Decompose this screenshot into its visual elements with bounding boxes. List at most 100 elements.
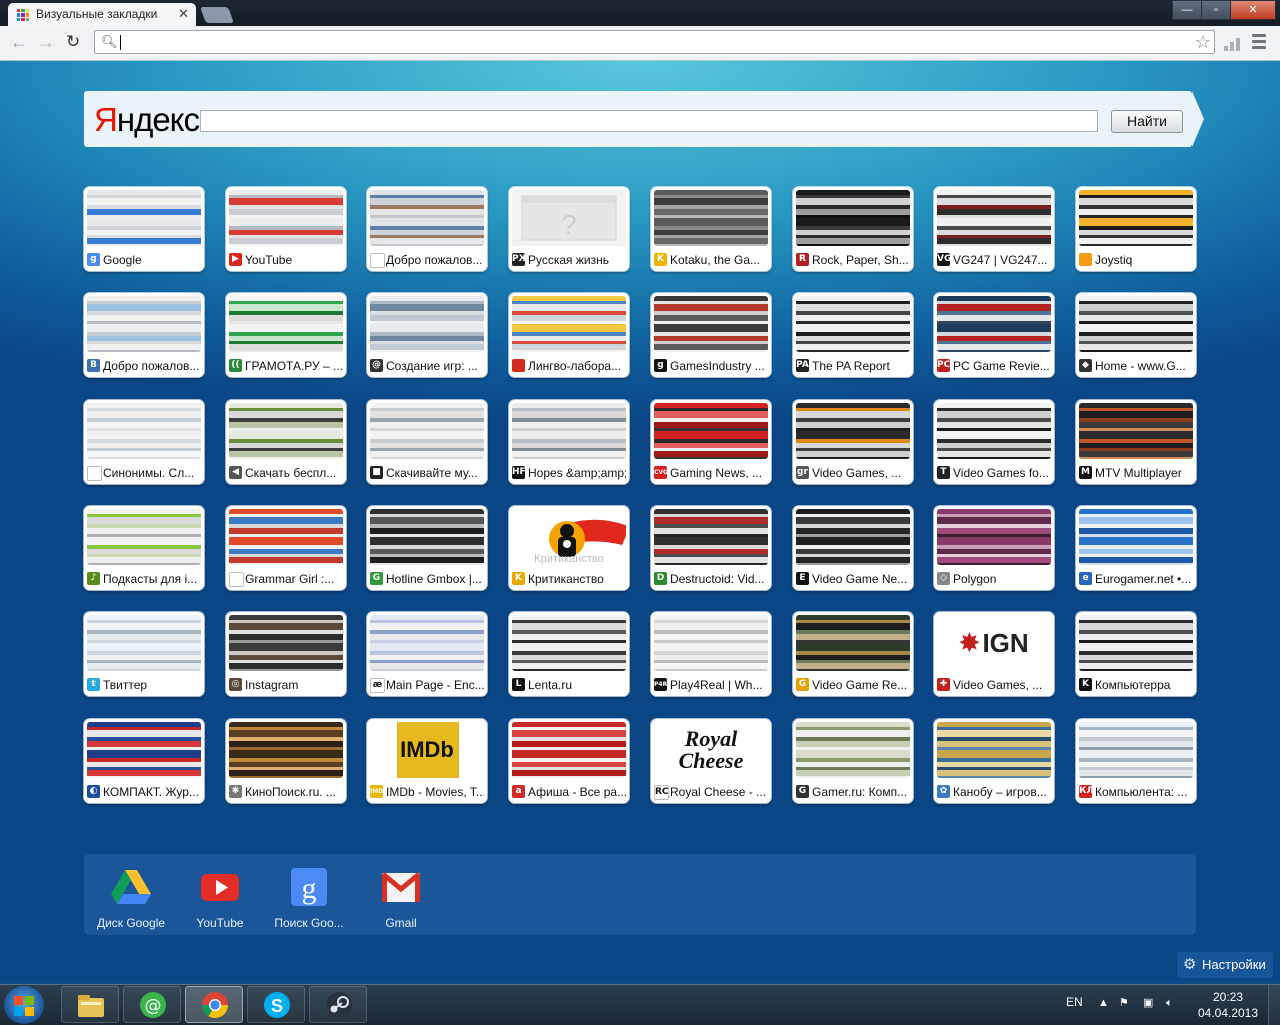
bookmark-star-icon[interactable]: ☆: [1195, 32, 1211, 53]
bookmark-tile[interactable]: ◇ Polygon: [934, 506, 1054, 590]
bookmark-tile[interactable]: Royal Cheese RC Royal Cheese - ...: [651, 719, 771, 803]
bookmark-tile[interactable]: ◐ КОМПАКТ. Жур...: [84, 719, 204, 803]
bookmark-tile[interactable]: K Компьютерра: [1076, 612, 1196, 696]
yandex-logo[interactable]: Яндекс: [94, 103, 200, 137]
language-indicator[interactable]: EN: [1066, 995, 1083, 1009]
settings-button[interactable]: ⚙ Настройки: [1177, 952, 1273, 978]
app-google-search[interactable]: g Поиск Goo...: [264, 858, 354, 932]
reload-button[interactable]: ↻: [66, 33, 80, 51]
windows-logo-icon: [14, 996, 23, 1005]
bookmark-tile[interactable]: ✸ IGN ✚ Video Games, ...: [934, 612, 1054, 696]
bookmark-tile[interactable]: ? РЖ Русская жизнь: [509, 187, 629, 271]
site-favicon-icon: PA: [796, 359, 809, 372]
minimize-button[interactable]: —: [1172, 0, 1202, 20]
yandex-search-input[interactable]: [200, 110, 1098, 132]
bookmark-caption: IMDb IMDb - Movies, T...: [367, 780, 487, 803]
bookmark-tile[interactable]: PA The PA Report: [793, 293, 913, 377]
bookmark-tile[interactable]: Joystiq: [1076, 187, 1196, 271]
taskbar-steam[interactable]: [309, 986, 367, 1023]
bookmark-tile[interactable]: HFHopes &amp;amp; F...: [509, 400, 629, 484]
bookmark-tile[interactable]: L Lenta.ru: [509, 612, 629, 696]
address-bar[interactable]: 🔍︎ ☆: [94, 30, 1215, 54]
start-button[interactable]: [4, 986, 44, 1024]
bookmark-tile[interactable]: Синонимы. Сл...: [84, 400, 204, 484]
show-hidden-icons[interactable]: ▲: [1098, 997, 1110, 1009]
action-center-flag-icon[interactable]: ⚑: [1119, 997, 1131, 1009]
bookmark-tile[interactable]: T Video Games fo...: [934, 400, 1054, 484]
bookmark-tile[interactable]: R Rock, Paper, Sh...: [793, 187, 913, 271]
bookmark-tile[interactable]: ♪ Подкасты для i...: [84, 506, 204, 590]
app-label: YouTube: [196, 916, 244, 930]
bookmark-tile[interactable]: t Твиттер: [84, 612, 204, 696]
bookmark-tile[interactable]: gr Video Games, ...: [793, 400, 913, 484]
bookmark-tile[interactable]: КЛ Компьюлента: ...: [1076, 719, 1196, 803]
forward-button[interactable]: →: [37, 33, 55, 51]
bookmark-tile[interactable]: K Kotaku, the Ga...: [651, 187, 771, 271]
tab-visual-bookmarks[interactable]: Визуальные закладки ✕: [8, 3, 196, 26]
show-desktop-button[interactable]: [1268, 985, 1280, 1025]
close-window-button[interactable]: ✕: [1230, 0, 1276, 20]
bookmark-tile[interactable]: e Eurogamer.net •...: [1076, 506, 1196, 590]
bookmark-tile[interactable]: @ Создание игр: ...: [367, 293, 487, 377]
bookmark-thumbnail: [512, 722, 626, 778]
taskbar-chrome[interactable]: [185, 986, 243, 1023]
bookmark-label: Hotline Gmbox |...: [386, 572, 482, 586]
bookmark-tile[interactable]: ((ГРАМОТА.РУ – ...: [226, 293, 346, 377]
bookmark-tile[interactable]: g GamesIndustry ...: [651, 293, 771, 377]
bookmark-tile[interactable]: ▶ YouTube: [226, 187, 346, 271]
bookmark-tile[interactable]: G Video Game Re...: [793, 612, 913, 696]
taskbar-mail-agent[interactable]: @: [123, 986, 181, 1023]
bookmark-tile[interactable]: Grammar Girl :...: [226, 506, 346, 590]
extension-stats-icon[interactable]: [1224, 38, 1240, 51]
bookmark-tile[interactable]: G Gamer.ru: Комп...: [793, 719, 913, 803]
app-google-drive[interactable]: Диск Google: [86, 858, 176, 932]
bookmark-tile[interactable]: M MTV Multiplayer: [1076, 400, 1196, 484]
app-gmail[interactable]: Gmail: [356, 858, 446, 932]
taskbar-explorer[interactable]: [61, 986, 119, 1023]
bookmark-label: Instagram: [245, 678, 299, 692]
bookmark-tile[interactable]: B Добро пожалов...: [84, 293, 204, 377]
clock-time[interactable]: 20:23: [1200, 990, 1256, 1004]
bookmark-tile[interactable]: ◆ Home - www.G...: [1076, 293, 1196, 377]
bookmark-tile[interactable]: a Афиша - Все ра...: [509, 719, 629, 803]
bookmark-tile[interactable]: Добро пожалов...: [367, 187, 487, 271]
bookmark-tile[interactable]: ◀ Скачать беспл...: [226, 400, 346, 484]
bookmark-tile[interactable]: IMDb IMDb IMDb - Movies, T...: [367, 719, 487, 803]
svg-text:S: S: [271, 996, 283, 1016]
apps-panel: Диск Google YouTube g Поиск Goo... Gmail: [84, 854, 1196, 935]
tab-close-icon[interactable]: ✕: [178, 6, 189, 22]
bookmark-tile[interactable]: VG VG247 | VG247...: [934, 187, 1054, 271]
visual-bookmarks-page: Яндекс Найти g Google ▶ YouTube Добро пожало…: [0, 61, 1280, 981]
yandex-search-button[interactable]: Найти: [1111, 110, 1183, 133]
clock-date[interactable]: 04.04.2013: [1194, 1006, 1262, 1020]
bookmark-caption: K Критиканство: [509, 567, 629, 590]
bookmark-tile[interactable]: CVG Gaming News, ...: [651, 400, 771, 484]
bookmark-tile[interactable]: E Video Game Ne...: [793, 506, 913, 590]
app-youtube[interactable]: YouTube: [175, 858, 265, 932]
network-icon[interactable]: ▣: [1143, 997, 1155, 1009]
bookmark-thumbnail: [796, 615, 910, 671]
volume-icon[interactable]: 🔈︎: [1166, 997, 1178, 1009]
new-tab-button[interactable]: [200, 7, 234, 23]
browser-menu-icon[interactable]: [1252, 34, 1266, 52]
bookmark-tile[interactable]: ■ Скачивайте му...: [367, 400, 487, 484]
bookmark-tile[interactable]: P4R Play4Real | Wh...: [651, 612, 771, 696]
bookmark-tile[interactable]: æ Main Page - Enc...: [367, 612, 487, 696]
svg-text:@: @: [145, 996, 162, 1016]
bookmark-tile[interactable]: D Destructoid: Vid...: [651, 506, 771, 590]
bookmark-tile[interactable]: ✱ КиноПоиск.ru. ...: [226, 719, 346, 803]
bookmark-tile[interactable]: ✿ Канобу – игров...: [934, 719, 1054, 803]
bookmark-tile[interactable]: ◎ Instagram: [226, 612, 346, 696]
back-button[interactable]: ←: [10, 33, 28, 51]
bookmark-tile[interactable]: Критиканство K Критиканство: [509, 506, 629, 590]
bookmark-tile[interactable]: Лингво-лабора...: [509, 293, 629, 377]
maximize-button[interactable]: ▫: [1201, 0, 1231, 20]
bookmark-caption: ◐ КОМПАКТ. Жур...: [84, 780, 204, 803]
bookmark-tile[interactable]: PC PC Game Revie...: [934, 293, 1054, 377]
bookmark-caption: g Google: [84, 248, 204, 271]
bookmark-caption: t Твиттер: [84, 673, 204, 696]
bookmark-thumbnail: ?: [512, 190, 626, 246]
bookmark-tile[interactable]: g Google: [84, 187, 204, 271]
taskbar-skype[interactable]: S: [247, 986, 305, 1023]
bookmark-tile[interactable]: G Hotline Gmbox |...: [367, 506, 487, 590]
